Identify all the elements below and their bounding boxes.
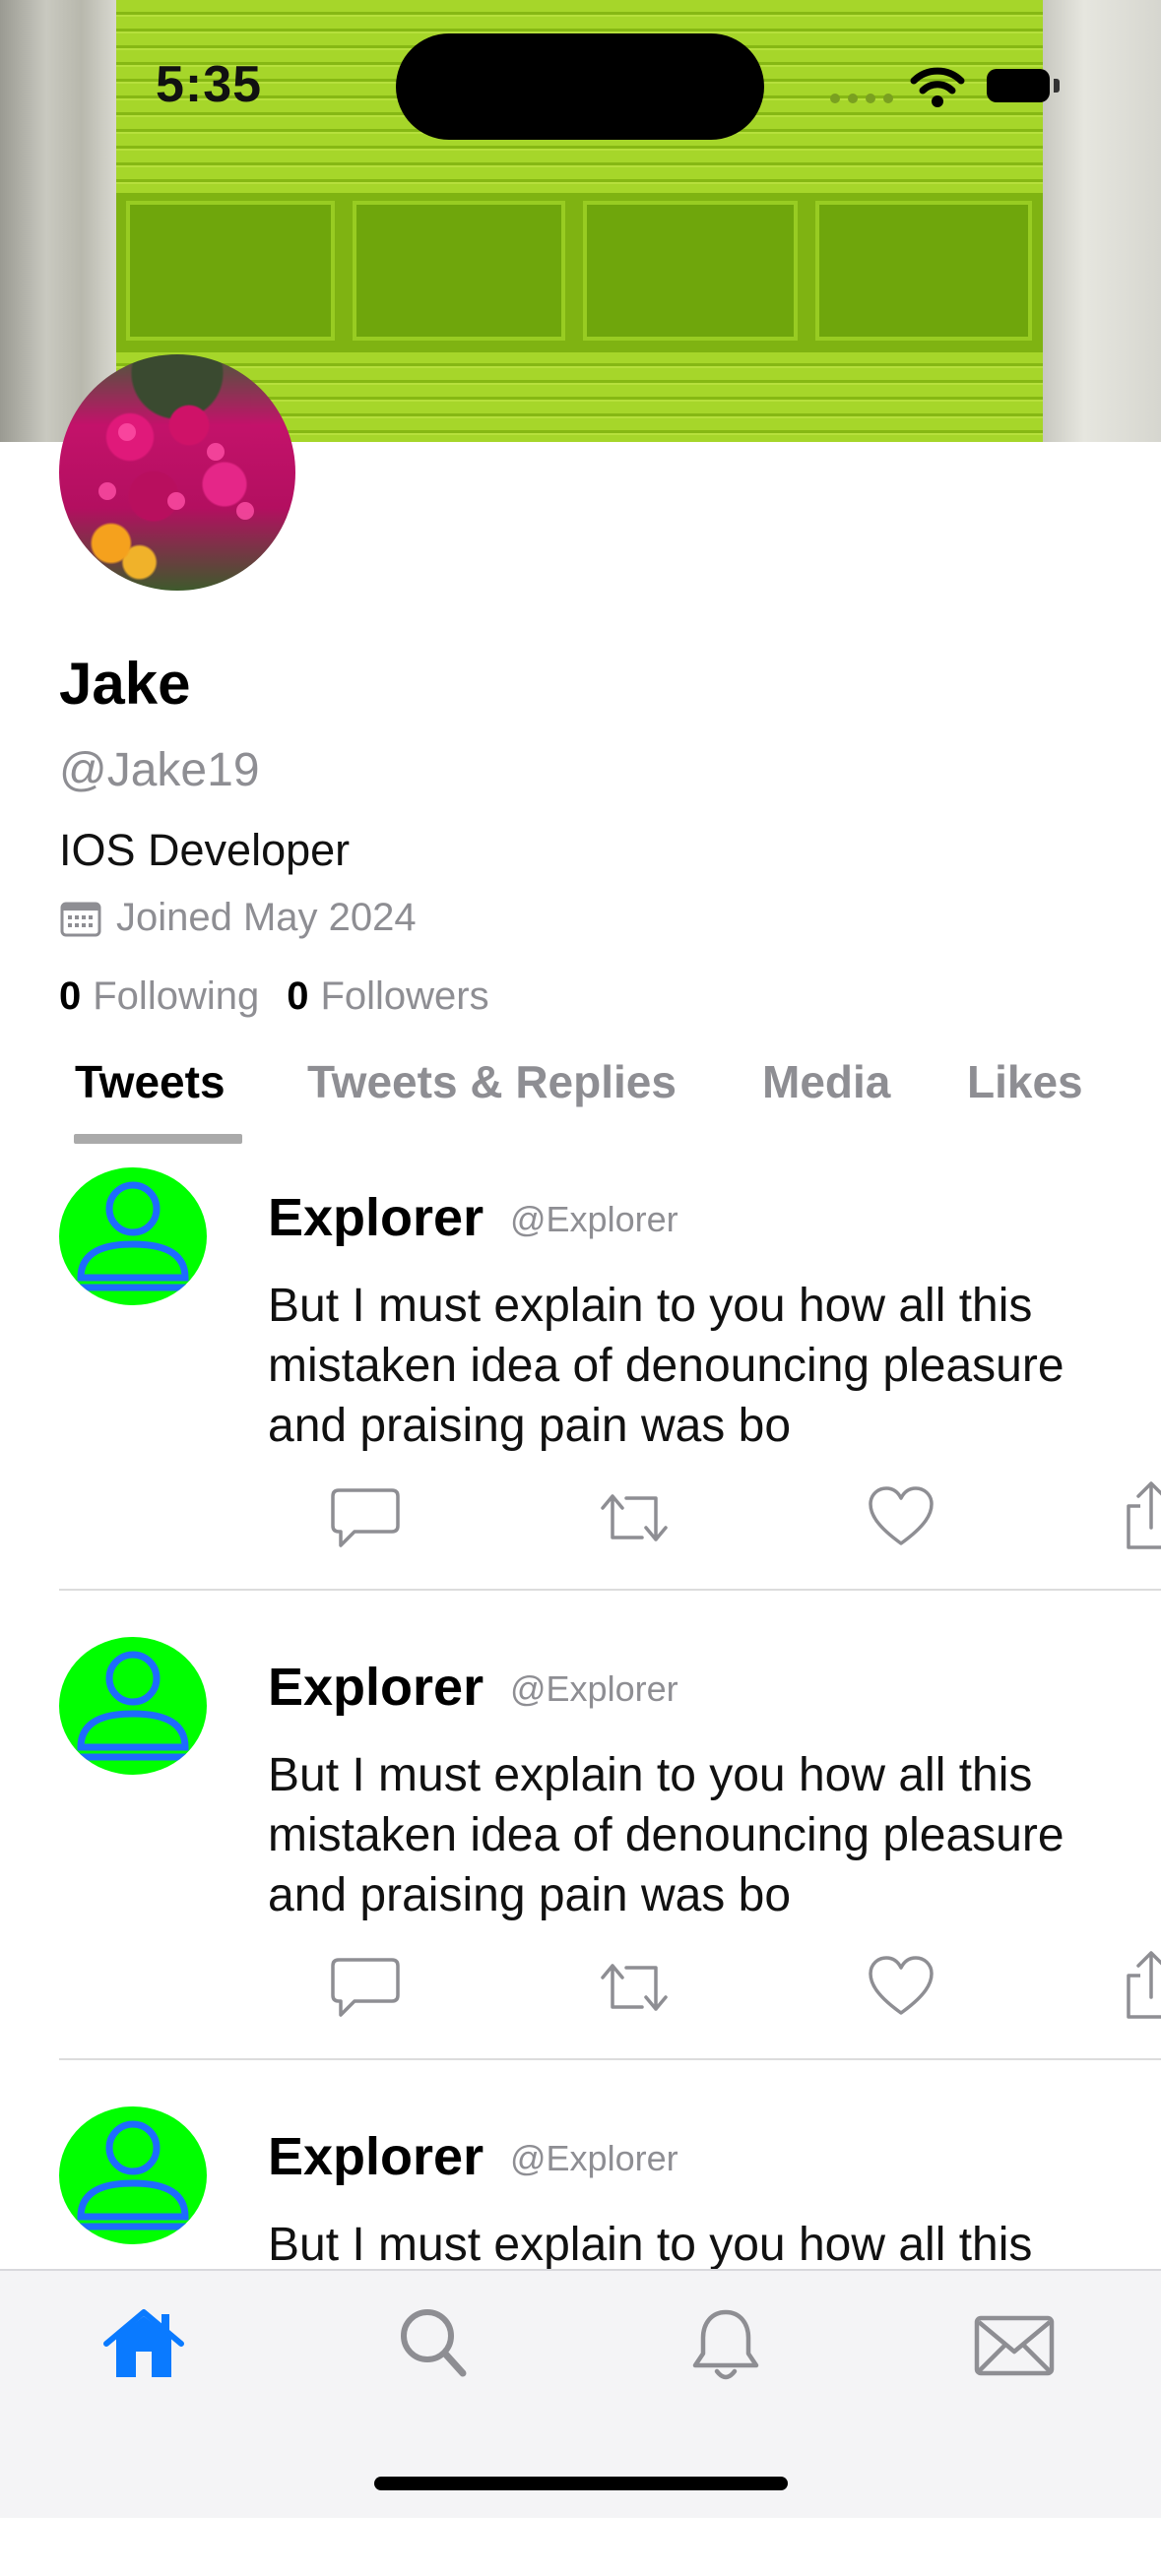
- banner-door-panels: [116, 193, 1043, 352]
- tweet-actions: [268, 1481, 1161, 1563]
- tweet-divider: [59, 2058, 1161, 2060]
- follow-stats: 0 Following 0 Followers: [59, 974, 489, 1019]
- tweet-author-name[interactable]: Explorer: [268, 1657, 484, 1718]
- tweet-author-handle: @Explorer: [510, 2138, 678, 2178]
- house-icon[interactable]: [102, 2306, 185, 2381]
- person-icon: [77, 1651, 189, 1761]
- banner-wall-right: [1043, 0, 1161, 442]
- banner-panel: [815, 201, 1032, 341]
- reply-icon[interactable]: [329, 1954, 402, 2021]
- banner-wall-left: [0, 0, 116, 442]
- tweet-actions: [268, 1951, 1161, 2033]
- tweet-text: But I must explain to you how all this m…: [268, 1280, 1064, 1452]
- followers-stat[interactable]: 0 Followers: [287, 974, 488, 1019]
- profile-avatar[interactable]: [59, 354, 295, 591]
- heart-icon[interactable]: [867, 1954, 935, 2019]
- tweet-author-handle: @Explorer: [510, 1668, 678, 1709]
- tweet-author-name[interactable]: Explorer: [268, 2126, 484, 2187]
- tab-tweets[interactable]: Tweets: [75, 1055, 226, 1108]
- tab-tweets-and-replies[interactable]: Tweets & Replies: [307, 1055, 677, 1108]
- tweet-text: But I must explain to you how all this m…: [268, 1749, 1064, 1921]
- heart-icon[interactable]: [867, 1484, 935, 1549]
- tweet-avatar[interactable]: [59, 1637, 207, 1775]
- home-indicator[interactable]: [374, 2477, 788, 2490]
- reply-icon[interactable]: [329, 1484, 402, 1551]
- share-icon[interactable]: [1121, 1948, 1161, 2023]
- retweet-icon[interactable]: [593, 1484, 676, 1551]
- active-tab-indicator: [74, 1134, 242, 1144]
- tweet-author-handle: @Explorer: [510, 1199, 678, 1239]
- tweet-divider: [59, 1589, 1161, 1591]
- following-count: 0: [59, 974, 82, 1018]
- banner-panel: [583, 201, 798, 341]
- calendar-icon: [60, 902, 101, 936]
- bell-icon[interactable]: [689, 2306, 762, 2385]
- tweet-avatar[interactable]: [59, 2106, 207, 2244]
- tab-likes[interactable]: Likes: [967, 1055, 1083, 1108]
- banner-panel: [126, 201, 335, 341]
- tweet-author-name[interactable]: Explorer: [268, 1187, 484, 1248]
- banner-panel: [353, 201, 565, 341]
- joined-date: Joined May 2024: [59, 896, 417, 940]
- tweet-row[interactable]: Explorer @Explorer But I must explain to…: [59, 1167, 1161, 1637]
- following-label: Following: [93, 974, 260, 1018]
- wifi-icon: [910, 67, 965, 107]
- battery-icon: [987, 69, 1050, 102]
- battery-cap: [1054, 79, 1060, 93]
- retweet-icon[interactable]: [593, 1954, 676, 2021]
- joined-date-label: Joined May 2024: [116, 896, 417, 939]
- followers-count: 0: [287, 974, 309, 1018]
- person-icon: [77, 2120, 189, 2230]
- profile-tabs: Tweets Tweets & Replies Media Likes: [59, 1055, 1142, 1144]
- tab-media[interactable]: Media: [762, 1055, 890, 1108]
- tweet-row[interactable]: Explorer @Explorer But I must explain to…: [59, 1637, 1161, 2106]
- profile-name: Jake: [59, 651, 191, 717]
- profile-handle: @Jake19: [59, 744, 260, 796]
- cellular-signal-icon: [830, 94, 893, 103]
- search-icon[interactable]: [398, 2306, 469, 2381]
- followers-label: Followers: [320, 974, 489, 1018]
- share-icon[interactable]: [1121, 1478, 1161, 1553]
- status-bar-time: 5:35: [156, 56, 263, 113]
- person-icon: [77, 1181, 189, 1291]
- profile-bio: IOS Developer: [59, 825, 351, 875]
- envelope-icon[interactable]: [973, 2314, 1056, 2377]
- following-stat[interactable]: 0 Following: [59, 974, 259, 1019]
- tweet-avatar[interactable]: [59, 1167, 207, 1305]
- dynamic-island: [396, 33, 764, 140]
